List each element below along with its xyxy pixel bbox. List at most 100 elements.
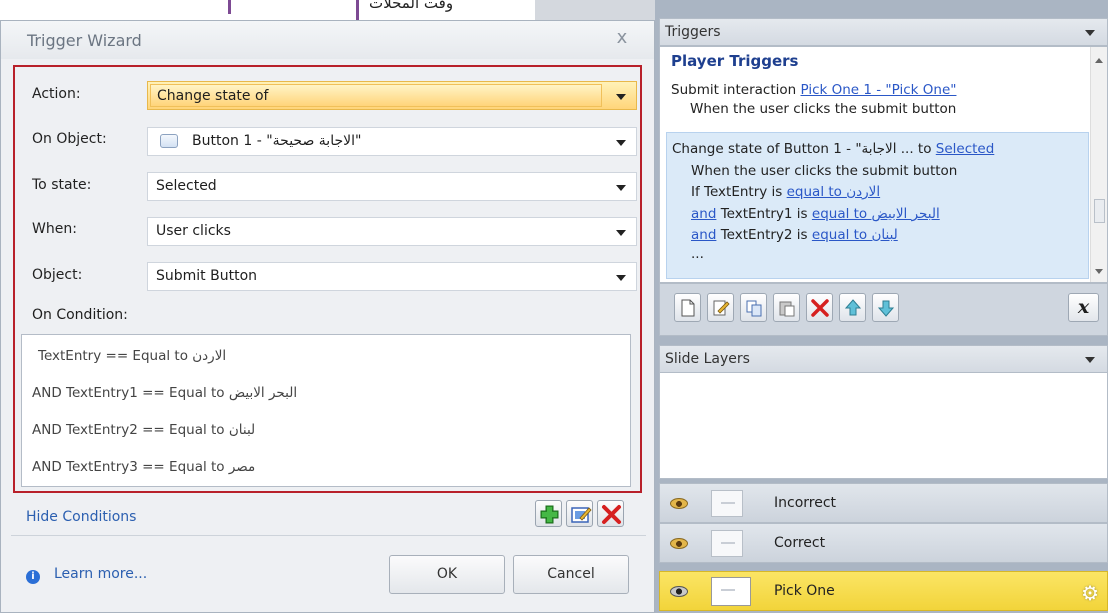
trigger-change-state-selected[interactable]: Change state of Button 1 - "الاجابة ... … [666, 132, 1089, 279]
arrow-down-icon [877, 300, 895, 317]
paste-trigger-button[interactable] [773, 293, 800, 322]
dialog-title: Trigger Wizard [27, 31, 142, 50]
layer-thumbnail [711, 530, 743, 557]
layer-name: Incorrect [774, 495, 837, 511]
chevron-down-icon [616, 140, 626, 146]
copy-icon [746, 300, 762, 317]
visibility-eye-icon[interactable] [670, 498, 688, 509]
trigger-condition-line: If TextEntry is equal to الاردن [691, 184, 880, 200]
player-triggers-title: Player Triggers [671, 52, 799, 70]
move-trigger-down-button[interactable] [872, 293, 899, 322]
trigger-link[interactable]: equal to الاردن [787, 184, 881, 200]
chevron-down-icon[interactable] [1085, 30, 1095, 36]
chevron-down-icon [616, 94, 626, 100]
chevron-down-icon [616, 275, 626, 281]
action-select[interactable]: Change state of [147, 81, 637, 110]
layer-thumbnail [711, 577, 751, 606]
visibility-eye-icon[interactable] [670, 538, 688, 549]
copy-trigger-button[interactable] [740, 293, 767, 322]
on-condition-label: On Condition: [32, 307, 128, 323]
when-value: User clicks [156, 223, 231, 239]
info-icon: i [26, 570, 40, 584]
conditions-list[interactable]: TextEntry == Equal to الاردن AND TextEnt… [21, 334, 631, 487]
chevron-down-icon[interactable] [1085, 357, 1095, 363]
trigger-text: If TextEntry is [691, 184, 787, 200]
delete-icon [811, 299, 829, 317]
trigger-condition-text: When the user clicks the submit button [691, 163, 958, 179]
condition-item[interactable]: AND TextEntry2 == Equal to لبنان [32, 422, 255, 438]
trigger-link[interactable]: and [691, 227, 716, 243]
gear-icon[interactable]: ⚙ [1081, 581, 1099, 605]
arrow-up-icon [844, 299, 862, 316]
new-document-icon [681, 299, 695, 317]
cancel-button[interactable]: Cancel [513, 555, 629, 594]
when-select[interactable]: User clicks [147, 217, 637, 246]
object-label: Object: [32, 267, 83, 283]
layer-row-incorrect[interactable]: Incorrect [659, 483, 1108, 523]
object-select[interactable]: Submit Button [147, 262, 637, 291]
trigger-submit-interaction[interactable]: Submit interaction Pick One 1 - "Pick On… [671, 82, 956, 98]
button-object-icon [160, 134, 178, 148]
edit-trigger-button[interactable] [707, 293, 734, 322]
layer-name: Pick One [774, 583, 835, 599]
condition-item[interactable]: TextEntry == Equal to الاردن [38, 348, 226, 364]
triggers-scrollbar[interactable] [1090, 47, 1107, 282]
delete-icon [602, 505, 621, 524]
layer-name: Correct [774, 535, 826, 551]
right-panels: Triggers Player Triggers Submit interact… [655, 0, 1108, 613]
object-value: Submit Button [156, 268, 258, 284]
layer-row-correct[interactable]: Correct [659, 523, 1108, 563]
chevron-down-icon [616, 185, 626, 191]
dialog-title-bar: Trigger Wizard x [1, 21, 654, 59]
trigger-settings-frame: Action: Change state of On Object: Butto… [13, 65, 642, 493]
layer-row-pick-one[interactable]: Pick One ⚙ [659, 571, 1108, 611]
paste-icon [779, 301, 795, 317]
trigger-ellipsis: ... [691, 246, 704, 262]
background-arabic-text: وقت المحلات [369, 0, 454, 12]
trigger-condition-text: When the user clicks the submit button [690, 101, 957, 117]
learn-more-link[interactable]: i Learn more... [26, 566, 147, 584]
trigger-text: TextEntry1 is [716, 206, 812, 222]
trigger-condition-line: and TextEntry1 is equal to البحر الابيض [691, 206, 940, 222]
visibility-eye-icon[interactable] [670, 586, 688, 597]
to-state-value: Selected [156, 178, 217, 194]
condition-item[interactable]: AND TextEntry1 == Equal to البحر الابيض [32, 385, 297, 401]
trigger-wizard-dialog: Trigger Wizard x Action: Change state of… [0, 20, 655, 613]
edit-condition-button[interactable] [566, 500, 593, 527]
scroll-down-icon[interactable] [1095, 269, 1103, 274]
trigger-link[interactable]: Pick One 1 - "Pick One" [800, 82, 956, 98]
triggers-panel-header[interactable]: Triggers [659, 18, 1108, 46]
condition-item[interactable]: AND TextEntry3 == Equal to مصر [32, 459, 255, 475]
trigger-condition-line: and TextEntry2 is equal to لبنان [691, 227, 898, 243]
background-slide-strip: وقت المحلات [0, 0, 655, 20]
triggers-list[interactable]: Player Triggers Submit interaction Pick … [659, 46, 1108, 283]
trigger-link[interactable]: equal to لبنان [812, 227, 898, 243]
close-icon[interactable]: x [612, 27, 632, 48]
delete-condition-button[interactable] [597, 500, 624, 527]
variables-button[interactable]: x [1068, 293, 1099, 322]
edit-icon [713, 300, 730, 316]
trigger-line: Change state of Button 1 - "الاجابة ... … [672, 141, 994, 157]
trigger-link[interactable]: Selected [936, 141, 995, 157]
action-value: Change state of [150, 84, 602, 107]
triggers-toolbar: x [659, 283, 1108, 336]
trigger-link[interactable]: equal to البحر الابيض [812, 206, 940, 222]
slide-layers-panel-header[interactable]: Slide Layers [659, 345, 1108, 373]
to-state-label: To state: [32, 177, 92, 193]
trigger-link[interactable]: and [691, 206, 716, 222]
hide-conditions-link[interactable]: Hide Conditions [26, 509, 136, 525]
add-condition-button[interactable] [535, 500, 562, 527]
to-state-select[interactable]: Selected [147, 172, 637, 201]
on-object-select[interactable]: Button 1 - "الاجابة صحيحة" [147, 127, 637, 156]
trigger-text: TextEntry2 is [716, 227, 812, 243]
scroll-up-icon[interactable] [1095, 58, 1103, 63]
scroll-thumb[interactable] [1094, 199, 1105, 223]
new-trigger-button[interactable] [674, 293, 701, 322]
learn-more-text: Learn more... [54, 566, 148, 582]
delete-trigger-button[interactable] [806, 293, 833, 322]
move-trigger-up-button[interactable] [839, 293, 866, 322]
chevron-down-icon [616, 230, 626, 236]
slide-layers-empty-area [659, 372, 1108, 479]
edit-icon [571, 507, 592, 523]
ok-button[interactable]: OK [389, 555, 505, 594]
